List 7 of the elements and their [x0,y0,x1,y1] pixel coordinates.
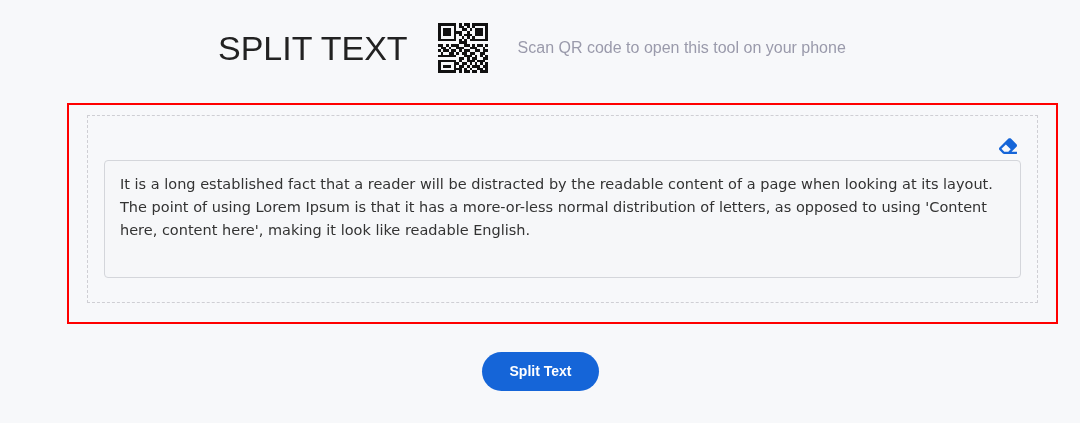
qr-caption: Scan QR code to open this tool on your phone [517,38,846,58]
split-text-button[interactable]: Split Text [482,352,599,391]
text-input[interactable]: It is a long established fact that a reader will be distracted by the readable content of a page when looking at its layout. The point of using Lorem Ipsum is that it has a more-or-less normal distribution of letters, as opposed to using 'Content here, content here', making it look like readable English. [104,160,1021,278]
qr-code-icon [437,23,488,73]
eraser-icon [999,137,1017,155]
page-title: SPLIT TEXT [218,31,408,65]
clear-button[interactable] [999,136,1017,156]
